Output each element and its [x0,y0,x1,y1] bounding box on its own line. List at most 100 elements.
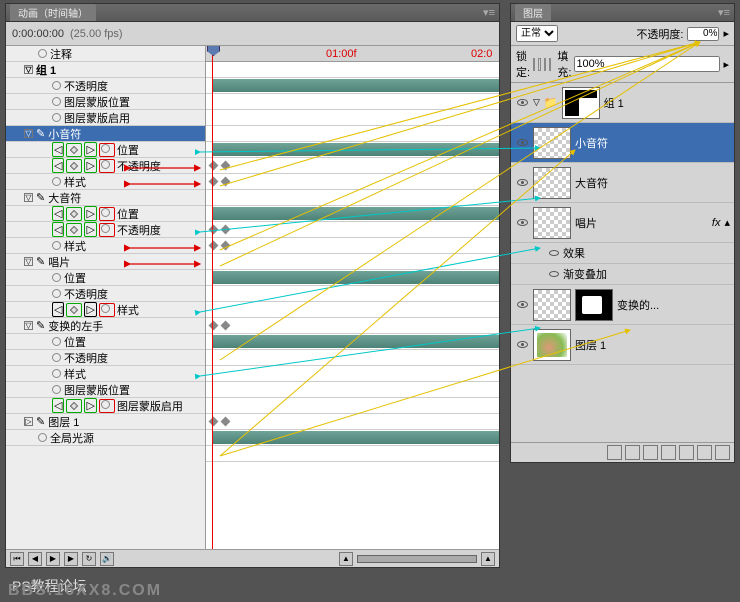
fx-twist-icon[interactable]: ▴ [724,216,730,229]
timeline-row[interactable]: 位置 [6,270,205,286]
visibility-toggle[interactable] [515,298,529,312]
layer-thumbnail[interactable] [533,167,571,199]
track-row[interactable] [206,174,499,190]
visibility-toggle[interactable] [515,136,529,150]
timeline-row[interactable]: 样式 [6,174,205,190]
timeline-row[interactable]: 不透明度 [6,78,205,94]
track-row[interactable] [206,366,499,382]
keyframe-diamond-icon[interactable] [66,223,82,237]
clip-bar[interactable] [212,79,499,92]
keyframe-diamond-icon[interactable] [66,143,82,157]
layer-item[interactable]: ▽📁组 1 [511,83,734,123]
clip-bar[interactable] [212,143,499,156]
stopwatch-icon[interactable] [52,289,61,298]
fill-input[interactable] [574,56,720,72]
layer-item[interactable]: 图层 1 [511,325,734,365]
panel-menu-icon[interactable]: ▾≡ [483,6,495,19]
timeline-row[interactable]: 不透明度 [6,350,205,366]
timeline-row[interactable]: 不透明度 [6,286,205,302]
layer-thumbnail[interactable] [533,329,571,361]
stopwatch-icon[interactable] [52,353,61,362]
blend-mode-select[interactable]: 正常 [516,25,558,42]
current-time-display[interactable]: 0:00:00:00 [12,28,64,40]
layers-tab[interactable]: 图层 [515,4,551,21]
clip-bar[interactable] [212,207,499,220]
stopwatch-icon[interactable] [101,400,110,409]
lock-all-icon[interactable] [549,58,551,71]
twist-icon[interactable]: ▽ [24,321,33,330]
effects-header[interactable]: 效果 [511,243,734,264]
stopwatch-box[interactable] [99,207,115,221]
track-row[interactable] [206,350,499,366]
zoom-slider[interactable] [357,555,477,563]
visibility-toggle[interactable] [515,216,529,230]
twist-icon[interactable]: ▽ [24,193,33,202]
next-keyframe-icon[interactable]: ▷ [84,158,96,173]
timeline-row[interactable]: ▽✎唱片 [6,254,205,270]
clip-bar[interactable] [212,335,499,348]
next-frame-button[interactable]: ▶ [64,552,78,566]
eye-icon[interactable] [549,271,559,277]
play-button[interactable]: ▶ [46,552,60,566]
timeline-row[interactable]: 图层蒙版启用 [6,110,205,126]
next-keyframe-icon[interactable]: ▷ [84,222,96,237]
prev-keyframe-icon[interactable]: ◁ [52,206,64,221]
timeline-tab[interactable]: 动画（时间轴） [10,4,96,21]
layer-thumbnail[interactable] [533,127,571,159]
opacity-arrow-icon[interactable]: ▸ [723,27,729,40]
layer-thumbnail[interactable] [533,207,571,239]
keyframe-diamond-icon[interactable] [66,207,82,221]
timeline-row[interactable]: 图层蒙版位置 [6,382,205,398]
timeline-row[interactable]: ◁▷样式 [6,302,205,318]
stopwatch-box[interactable] [99,303,115,317]
timeline-row[interactable]: ◁▷不透明度 [6,158,205,174]
keyframe-icon[interactable] [209,161,219,171]
keyframe-icon[interactable] [209,225,219,235]
track-row[interactable] [206,254,499,270]
track-row[interactable] [206,302,499,318]
stopwatch-icon[interactable] [52,113,61,122]
track-row[interactable] [206,222,499,238]
link-layers-icon[interactable] [607,445,622,460]
next-keyframe-icon[interactable]: ▷ [84,206,96,221]
twist-icon[interactable]: ▽ [24,65,33,74]
timeline-row[interactable]: 全局光源 [6,430,205,446]
timeline-row[interactable]: 样式 [6,238,205,254]
adjustment-layer-icon[interactable] [661,445,676,460]
timeline-row[interactable]: ▷✎图层 1 [6,414,205,430]
track-row[interactable] [206,414,499,430]
stopwatch-icon[interactable] [52,241,61,250]
keyframe-icon[interactable] [221,177,231,187]
next-keyframe-icon[interactable]: ▷ [84,302,96,317]
mask-thumbnail[interactable] [575,289,613,321]
timeline-row[interactable]: ◁▷图层蒙版启用 [6,398,205,414]
layer-item[interactable]: 大音符 [511,163,734,203]
keyframe-icon[interactable] [221,161,231,171]
keyframe-icon[interactable] [209,177,219,187]
keyframe-icon[interactable] [221,417,231,427]
track-row[interactable] [206,110,499,126]
delete-layer-icon[interactable] [715,445,730,460]
lock-position-icon[interactable] [544,58,546,71]
track-row[interactable] [206,430,499,446]
timeline-row[interactable]: ▽✎变换的左手 [6,318,205,334]
opacity-input[interactable] [687,27,719,41]
prev-keyframe-icon[interactable]: ◁ [52,222,64,237]
timeline-row[interactable]: 注释 [6,46,205,62]
next-keyframe-icon[interactable]: ▷ [84,142,96,157]
twist-icon[interactable]: ▽ [533,97,540,108]
stopwatch-icon[interactable] [38,49,47,58]
keyframe-icon[interactable] [209,417,219,427]
track-row[interactable] [206,94,499,110]
keyframe-diamond-icon[interactable] [66,399,82,413]
layer-item[interactable]: 变换的... [511,285,734,325]
visibility-toggle[interactable] [515,338,529,352]
stopwatch-box[interactable] [99,159,115,173]
timeline-row[interactable]: ▽组 1 [6,62,205,78]
stopwatch-icon[interactable] [52,385,61,394]
track-row[interactable] [206,62,499,78]
timeline-row[interactable]: 样式 [6,366,205,382]
zoom-out-button[interactable]: ▲ [339,552,353,566]
keyframe-icon[interactable] [221,241,231,251]
track-row[interactable] [206,206,499,222]
